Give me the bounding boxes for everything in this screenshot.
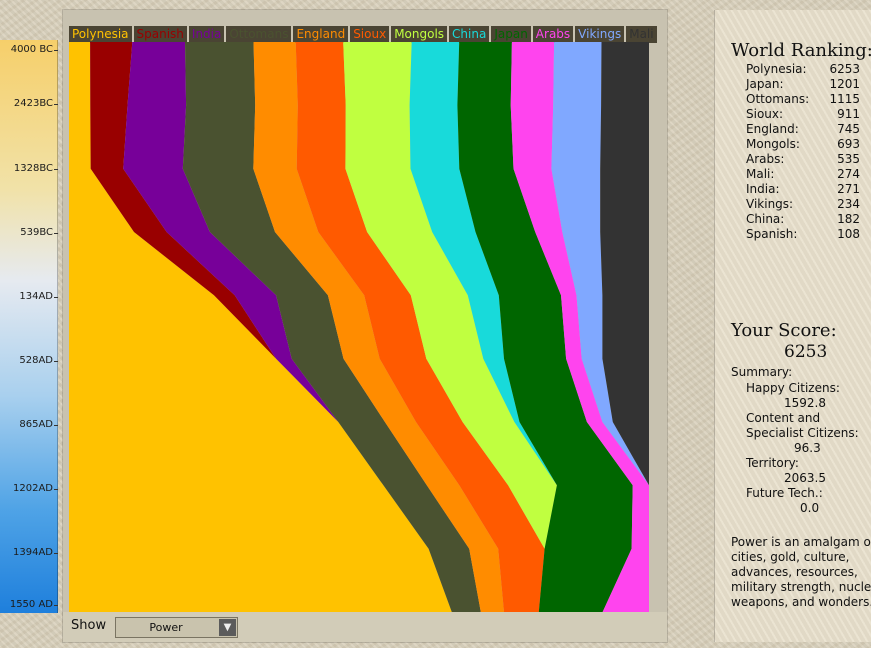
your-score-value: 6253 — [784, 342, 828, 362]
ranking-score: 693 — [837, 137, 860, 151]
ranking-row: Ottomans: 1115 — [746, 92, 860, 107]
show-dropdown[interactable]: Power ▼ — [115, 617, 238, 638]
legend-item-vikings[interactable]: Vikings — [575, 26, 625, 43]
ranking-score: 108 — [837, 227, 860, 241]
legend-item-england[interactable]: England — [293, 26, 349, 43]
ranking-name: Arabs: — [746, 152, 785, 166]
legend-item-china[interactable]: China — [449, 26, 490, 43]
territory-value: 2063.5 — [784, 471, 826, 485]
ranking-name: Mongols: — [746, 137, 800, 151]
ranking-name: India: — [746, 182, 780, 196]
ranking-row: Mali: 274 — [746, 167, 860, 182]
ranking-row: Mongols: 693 — [746, 137, 860, 152]
ranking-row: Japan: 1201 — [746, 77, 860, 92]
your-score-title: Your Score: — [731, 320, 837, 341]
power-history-chart — [69, 42, 649, 612]
timeline-tick: 528AD — [0, 355, 58, 366]
ranking-row: India: 271 — [746, 182, 860, 197]
power-description-line: weapons, and wonders. — [731, 595, 871, 609]
ranking-name: Sioux: — [746, 107, 784, 121]
happy-citizens-value: 1592.8 — [784, 396, 826, 410]
civ-legend: Polynesia Spanish India Ottomans England… — [69, 26, 657, 43]
legend-item-arabs[interactable]: Arabs — [532, 26, 574, 43]
legend-item-polynesia[interactable]: Polynesia — [69, 26, 132, 43]
ranking-score: 182 — [837, 212, 860, 226]
ranking-score: 6253 — [829, 62, 860, 76]
show-dropdown-value: Power — [149, 621, 183, 634]
legend-item-spanish[interactable]: Spanish — [133, 26, 187, 43]
ranking-row: Sioux: 911 — [746, 107, 860, 122]
ranking-score: 271 — [837, 182, 860, 196]
timeline-tick: 865AD — [0, 419, 58, 430]
ranking-score: 234 — [837, 197, 860, 211]
timeline-tick: 4000 BC — [0, 44, 58, 55]
timeline-tick: 1550 AD — [0, 599, 58, 610]
power-description-line: Power is an amalgam of — [731, 535, 871, 549]
ranking-score: 1201 — [829, 77, 860, 91]
show-label: Show — [71, 618, 107, 633]
timeline-tick: 1328BC — [0, 163, 58, 174]
timeline-rail: 4000 BC 2423BC 1328BC 539BC 134AD 528AD … — [0, 40, 58, 613]
content-label-line1: Content and — [746, 411, 821, 425]
content-value: 96.3 — [794, 441, 821, 455]
timeline-tick: 134AD — [0, 291, 58, 302]
world-ranking-title: World Ranking: — [731, 40, 871, 61]
ranking-name: China: — [746, 212, 785, 226]
ranking-score: 1115 — [829, 92, 860, 106]
power-description-line: cities, gold, culture, — [731, 550, 850, 564]
ranking-row: Vikings: 234 — [746, 197, 860, 212]
happy-citizens-label: Happy Citizens: — [746, 381, 840, 395]
triangle-down-icon[interactable]: ▼ — [219, 619, 236, 636]
future-tech-label: Future Tech.: — [746, 486, 823, 500]
timeline-tick: 1202AD — [0, 483, 58, 494]
legend-item-mali[interactable]: Mali — [626, 26, 657, 43]
summary-label: Summary: — [731, 365, 793, 379]
ranking-name: Spanish: — [746, 227, 798, 241]
legend-item-japan[interactable]: Japan — [491, 26, 531, 43]
ranking-score: 911 — [837, 107, 860, 121]
power-description-line: advances, resources, — [731, 565, 858, 579]
ranking-row: England: 745 — [746, 122, 860, 137]
future-tech-value: 0.0 — [800, 501, 820, 515]
ranking-name: England: — [746, 122, 799, 136]
ranking-name: Mali: — [746, 167, 775, 181]
ranking-score: 274 — [837, 167, 860, 181]
ranking-name: Ottomans: — [746, 92, 810, 106]
ranking-score: 745 — [837, 122, 860, 136]
ranking-row: Spanish: 108 — [746, 227, 860, 242]
ranking-name: Japan: — [746, 77, 784, 91]
legend-item-ottomans[interactable]: Ottomans — [226, 26, 292, 43]
ranking-row: China: 182 — [746, 212, 860, 227]
power-description-line: military strength, nuclear — [731, 580, 871, 594]
ranking-name: Polynesia: — [746, 62, 807, 76]
ranking-score: 535 — [837, 152, 860, 166]
timeline-tick: 2423BC — [0, 98, 58, 109]
timeline-tick: 539BC — [0, 227, 58, 238]
legend-item-india[interactable]: India — [188, 26, 225, 43]
content-label-line2: Specialist Citizens: — [746, 426, 859, 440]
ranking-row: Polynesia: 6253 — [746, 62, 860, 77]
legend-item-mongols[interactable]: Mongols — [391, 26, 448, 43]
timeline-tick: 1394AD — [0, 547, 58, 558]
ranking-row: Arabs: 535 — [746, 152, 860, 167]
territory-label: Territory: — [746, 456, 799, 470]
legend-item-sioux[interactable]: Sioux — [350, 26, 390, 43]
ranking-name: Vikings: — [746, 197, 794, 211]
